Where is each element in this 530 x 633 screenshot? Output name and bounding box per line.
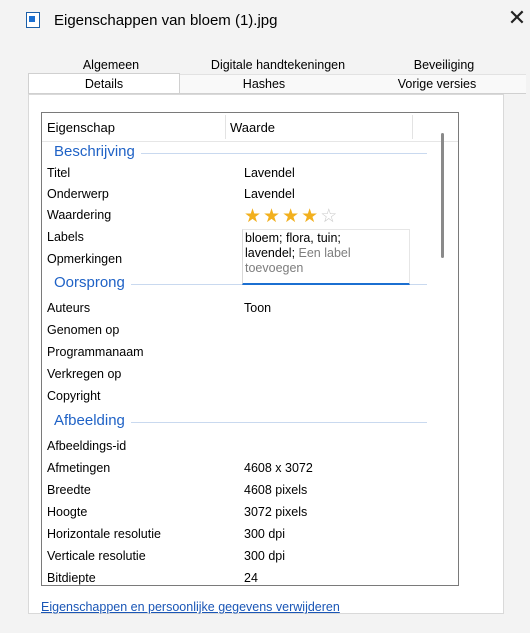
remove-properties-link[interactable]: Eigenschappen en persoonlijke gegevens v… <box>41 600 340 614</box>
tabs-row-bottom: Details Hashes Vorige versies <box>28 73 526 94</box>
section-beschrijving: Beschrijving <box>42 142 437 164</box>
property-name: Verkregen op <box>47 367 122 381</box>
tab-algemeen[interactable]: Algemeen <box>28 56 194 74</box>
tags-line: lavendel; Een label <box>245 246 407 261</box>
table-row[interactable]: Verticale resolutie 300 dpi <box>42 546 437 567</box>
property-name: Copyright <box>47 389 101 403</box>
table-row[interactable]: Waardering ★★★★☆ <box>42 205 437 228</box>
property-value: 300 dpi <box>244 527 286 541</box>
table-row[interactable]: Breedte 4608 pixels <box>42 480 437 501</box>
tab-details[interactable]: Details <box>28 73 180 93</box>
close-button[interactable]: ✕ <box>505 6 529 30</box>
section-title: Beschrijving <box>54 143 141 160</box>
rating-stars[interactable]: ★★★★☆ <box>244 205 339 228</box>
image-file-icon <box>26 12 40 28</box>
property-name: Afbeeldings-id <box>47 439 127 453</box>
property-value: 300 dpi <box>244 549 286 563</box>
star-icon[interactable]: ★ <box>263 206 282 227</box>
property-name: Opmerkingen <box>47 252 123 266</box>
title-bar: Eigenschappen van bloem (1).jpg ✕ <box>0 0 530 46</box>
property-name: Genomen op <box>47 323 120 337</box>
property-list: Eigenschap Waarde Beschrijving Titel Lav… <box>41 112 459 586</box>
tab-hashes[interactable]: Hashes <box>180 75 348 93</box>
property-name: Titel <box>47 166 71 180</box>
section-title: Afbeelding <box>54 412 131 429</box>
property-name: Labels <box>47 230 84 244</box>
column-header-property[interactable]: Eigenschap <box>47 120 115 135</box>
property-name: Bitdiepte <box>47 571 96 585</box>
property-name: Breedte <box>47 483 91 497</box>
labels-input[interactable]: bloem; flora, tuin; lavendel; Een label … <box>242 229 410 285</box>
property-name: Waardering <box>47 208 112 222</box>
column-divider <box>225 115 226 139</box>
section-title: Oorsprong <box>54 274 131 291</box>
tags-line: bloem; flora, tuin; <box>245 231 341 245</box>
table-row[interactable]: Bitdiepte 24 <box>42 568 437 585</box>
column-header-value[interactable]: Waarde <box>230 120 275 135</box>
property-name: Programmanaam <box>47 345 144 359</box>
tag-placeholder: Een label <box>295 246 351 260</box>
table-row[interactable]: Horizontale resolutie 300 dpi <box>42 524 437 545</box>
property-value: 3072 pixels <box>244 505 308 519</box>
column-divider <box>412 115 413 139</box>
tag-text: lavendel; <box>245 246 296 260</box>
tab-vorige-versies[interactable]: Vorige versies <box>348 75 526 93</box>
property-name: Onderwerp <box>47 187 109 201</box>
scrollbar-thumb[interactable] <box>441 133 444 258</box>
table-row[interactable]: Onderwerp Lavendel <box>42 184 437 205</box>
table-row[interactable]: Genomen op <box>42 320 437 341</box>
tab-beveiliging[interactable]: Beveiliging <box>362 56 526 74</box>
table-row[interactable]: Titel Lavendel <box>42 163 437 184</box>
property-name: Verticale resolutie <box>47 549 146 563</box>
table-row[interactable]: Copyright <box>42 386 437 407</box>
property-value: 4608 pixels <box>244 483 308 497</box>
property-name: Afmetingen <box>47 461 111 475</box>
table-row[interactable]: Afbeeldings-id <box>42 436 437 457</box>
section-afbeelding: Afbeelding <box>42 411 437 433</box>
property-name: Hoogte <box>47 505 88 519</box>
star-icon[interactable]: ★ <box>244 206 263 227</box>
property-value[interactable]: Lavendel <box>244 187 295 201</box>
property-value[interactable]: Lavendel <box>244 166 295 180</box>
property-name: Horizontale resolutie <box>47 527 161 541</box>
star-empty-icon[interactable]: ☆ <box>320 206 339 227</box>
table-row[interactable]: Programmanaam <box>42 342 437 363</box>
tag-placeholder: toevoegen <box>245 261 304 275</box>
property-value[interactable]: Toon <box>244 301 271 315</box>
star-icon[interactable]: ★ <box>301 206 320 227</box>
table-row[interactable]: Verkregen op <box>42 364 437 385</box>
list-header: Eigenschap Waarde <box>42 113 458 142</box>
tab-digitale-handtekeningen[interactable]: Digitale handtekeningen <box>194 56 362 74</box>
property-name: Auteurs <box>47 301 91 315</box>
property-value: 4608 x 3072 <box>244 461 313 475</box>
window-title: Eigenschappen van bloem (1).jpg <box>54 12 278 29</box>
table-row[interactable]: Hoogte 3072 pixels <box>42 502 437 523</box>
property-value: 24 <box>244 571 258 585</box>
star-icon[interactable]: ★ <box>282 206 301 227</box>
tabs-row-top: Algemeen Digitale handtekeningen Beveili… <box>28 56 526 74</box>
table-row[interactable]: Afmetingen 4608 x 3072 <box>42 458 437 479</box>
table-row[interactable]: Auteurs Toon <box>42 298 437 319</box>
